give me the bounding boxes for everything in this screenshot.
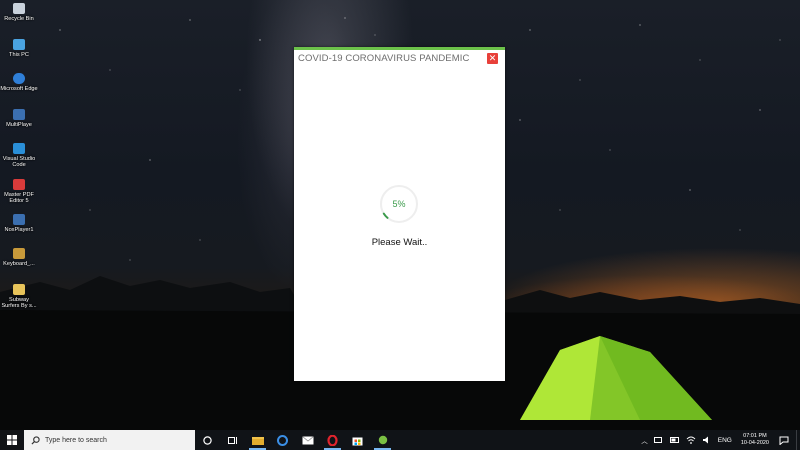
notification-center-icon[interactable] — [779, 436, 789, 445]
search-placeholder: Type here to search — [45, 436, 107, 444]
meet-now-icon[interactable] — [653, 436, 664, 444]
taskbar-mail[interactable] — [295, 430, 320, 450]
desktop-icon-edge[interactable]: Microsoft Edge — [0, 73, 38, 92]
folder-icon — [13, 284, 25, 295]
start-button[interactable] — [0, 430, 24, 450]
show-hidden-icons-chevron-icon[interactable]: ︿ — [641, 435, 648, 445]
taskbar-file-explorer[interactable] — [245, 430, 270, 450]
opera-icon — [327, 434, 338, 446]
show-desktop-button[interactable] — [796, 430, 800, 450]
desktop-icon-multiplayer[interactable]: MultiPlaye — [0, 109, 38, 128]
clock-time: 07:01 PM — [743, 433, 767, 439]
status-text: Please Wait.. — [371, 237, 428, 248]
noxplayer-icon — [13, 214, 25, 225]
keyboard-app-icon — [13, 248, 25, 259]
computer-icon — [13, 39, 25, 50]
desktop-icon-vscode[interactable]: Visual Studio Code — [0, 143, 38, 168]
close-button[interactable]: ✕ — [487, 53, 498, 64]
clock[interactable]: 07:01 PM 10-04-2020 — [741, 433, 769, 447]
taskbar-opera[interactable] — [320, 430, 345, 450]
taskbar-edge[interactable] — [270, 430, 295, 450]
task-view-button[interactable] — [220, 430, 245, 450]
volume-icon[interactable] — [702, 436, 712, 444]
store-icon — [352, 437, 363, 445]
multiplayer-icon — [13, 109, 25, 120]
taskbar-search[interactable]: Type here to search — [24, 430, 195, 450]
window-title: COVID-19 CORONAVIRUS PANDEMIC — [298, 53, 470, 64]
desktop-icon-noxplayer[interactable]: NoxPlayer1 — [0, 214, 38, 233]
windows-logo-icon — [7, 435, 17, 445]
file-explorer-icon — [251, 436, 264, 445]
task-view-icon — [227, 436, 237, 444]
clock-date: 10-04-2020 — [740, 440, 769, 446]
battery-icon[interactable] — [669, 436, 680, 444]
language-indicator[interactable]: ENG — [718, 437, 732, 444]
desktop-icon-recycle-bin[interactable]: Recycle Bin — [0, 3, 38, 22]
taskbar: Type here to search ︿ ENG 07:01 PM 10-04… — [0, 430, 800, 450]
edge-icon — [13, 73, 25, 84]
covid-app-window: COVID-19 CORONAVIRUS PANDEMIC ✕ 5% Pleas… — [294, 47, 505, 381]
nox-icon — [378, 435, 387, 445]
desktop-icon-keyboard[interactable]: Keyboard_... — [0, 248, 38, 267]
wifi-icon[interactable] — [686, 436, 696, 444]
desktop-icon-this-pc[interactable]: This PC — [0, 39, 38, 58]
progress-percent: 5% — [392, 199, 406, 209]
recycle-bin-icon — [13, 3, 25, 14]
cortana-button[interactable] — [195, 430, 220, 450]
vscode-icon — [13, 143, 25, 154]
taskbar-nox[interactable] — [370, 430, 395, 450]
pdf-editor-icon — [13, 179, 25, 190]
mail-icon — [301, 435, 314, 444]
taskbar-store[interactable] — [345, 430, 370, 450]
cortana-icon — [203, 435, 212, 445]
system-tray: ︿ ENG 07:01 PM 10-04-2020 — [638, 430, 800, 450]
search-icon — [31, 435, 40, 445]
edge-icon — [277, 434, 288, 446]
desktop-icon-subway-surfers[interactable]: Subway Surfers By s... — [0, 284, 38, 309]
desktop-icon-master-pdf[interactable]: Master PDF Editor 5 — [0, 179, 38, 204]
